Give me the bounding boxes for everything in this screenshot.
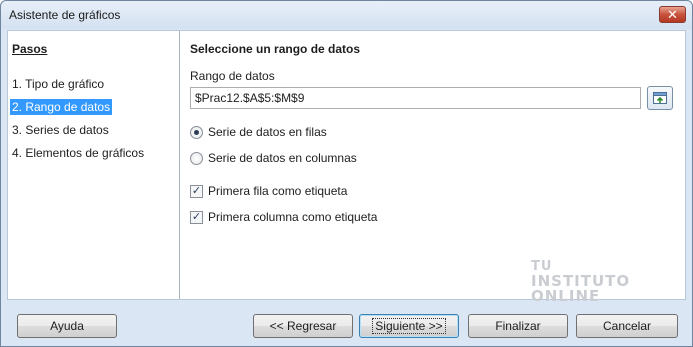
title-bar: Asistente de gráficos ✕ [1,1,692,29]
watermark: TU INSTITUTO ONLINE [531,259,641,309]
first-column-label-option[interactable]: ✓ Primera columna como etiqueta [190,209,377,225]
rows-radio[interactable] [190,125,203,139]
first-column-label-text: Primera columna como etiqueta [208,210,378,224]
chart-wizard-dialog: Asistente de gráficos ✕ Pasos 1. Tipo de… [0,0,693,347]
steps-heading: Pasos [12,42,48,56]
window-title: Asistente de gráficos [9,8,121,22]
back-button[interactable]: << Regresar [253,314,353,338]
page-title: Seleccione un rango de datos [190,42,361,56]
close-icon: ✕ [667,7,678,22]
data-range-input[interactable] [190,87,641,109]
step-data-range[interactable]: 2. Rango de datos [10,99,113,115]
rows-radio-option[interactable]: Serie de datos en filas [190,124,327,140]
cancel-button[interactable]: Cancelar [576,314,678,338]
shrink-range-icon [653,92,667,104]
steps-panel: Pasos 1. Tipo de gráfico 2. Rango de dat… [8,31,180,299]
next-button[interactable]: Siguiente >> [359,314,459,338]
shrink-range-button[interactable] [647,86,673,110]
first-column-label-checkbox[interactable]: ✓ [190,210,203,224]
finish-button[interactable]: Finalizar [468,314,568,338]
step-chart-type[interactable]: 1. Tipo de gráfico [10,76,106,92]
first-row-label-checkbox[interactable]: ✓ [190,184,203,198]
step-data-series[interactable]: 3. Series de datos [10,122,111,138]
first-row-label-text: Primera fila como etiqueta [208,184,348,198]
rows-radio-label: Serie de datos en filas [208,125,327,139]
watermark-line-3: ONLINE [531,287,601,305]
columns-radio[interactable] [190,151,203,165]
next-button-label: Siguiente >> [372,318,446,334]
step-chart-elements[interactable]: 4. Elementos de gráficos [10,145,146,161]
columns-radio-label: Serie de datos en columnas [208,151,357,165]
close-button[interactable]: ✕ [659,6,686,23]
help-button[interactable]: Ayuda [17,314,117,338]
first-row-label-option[interactable]: ✓ Primera fila como etiqueta [190,183,347,199]
columns-radio-option[interactable]: Serie de datos en columnas [190,150,357,166]
data-range-label: Rango de datos [190,69,275,83]
